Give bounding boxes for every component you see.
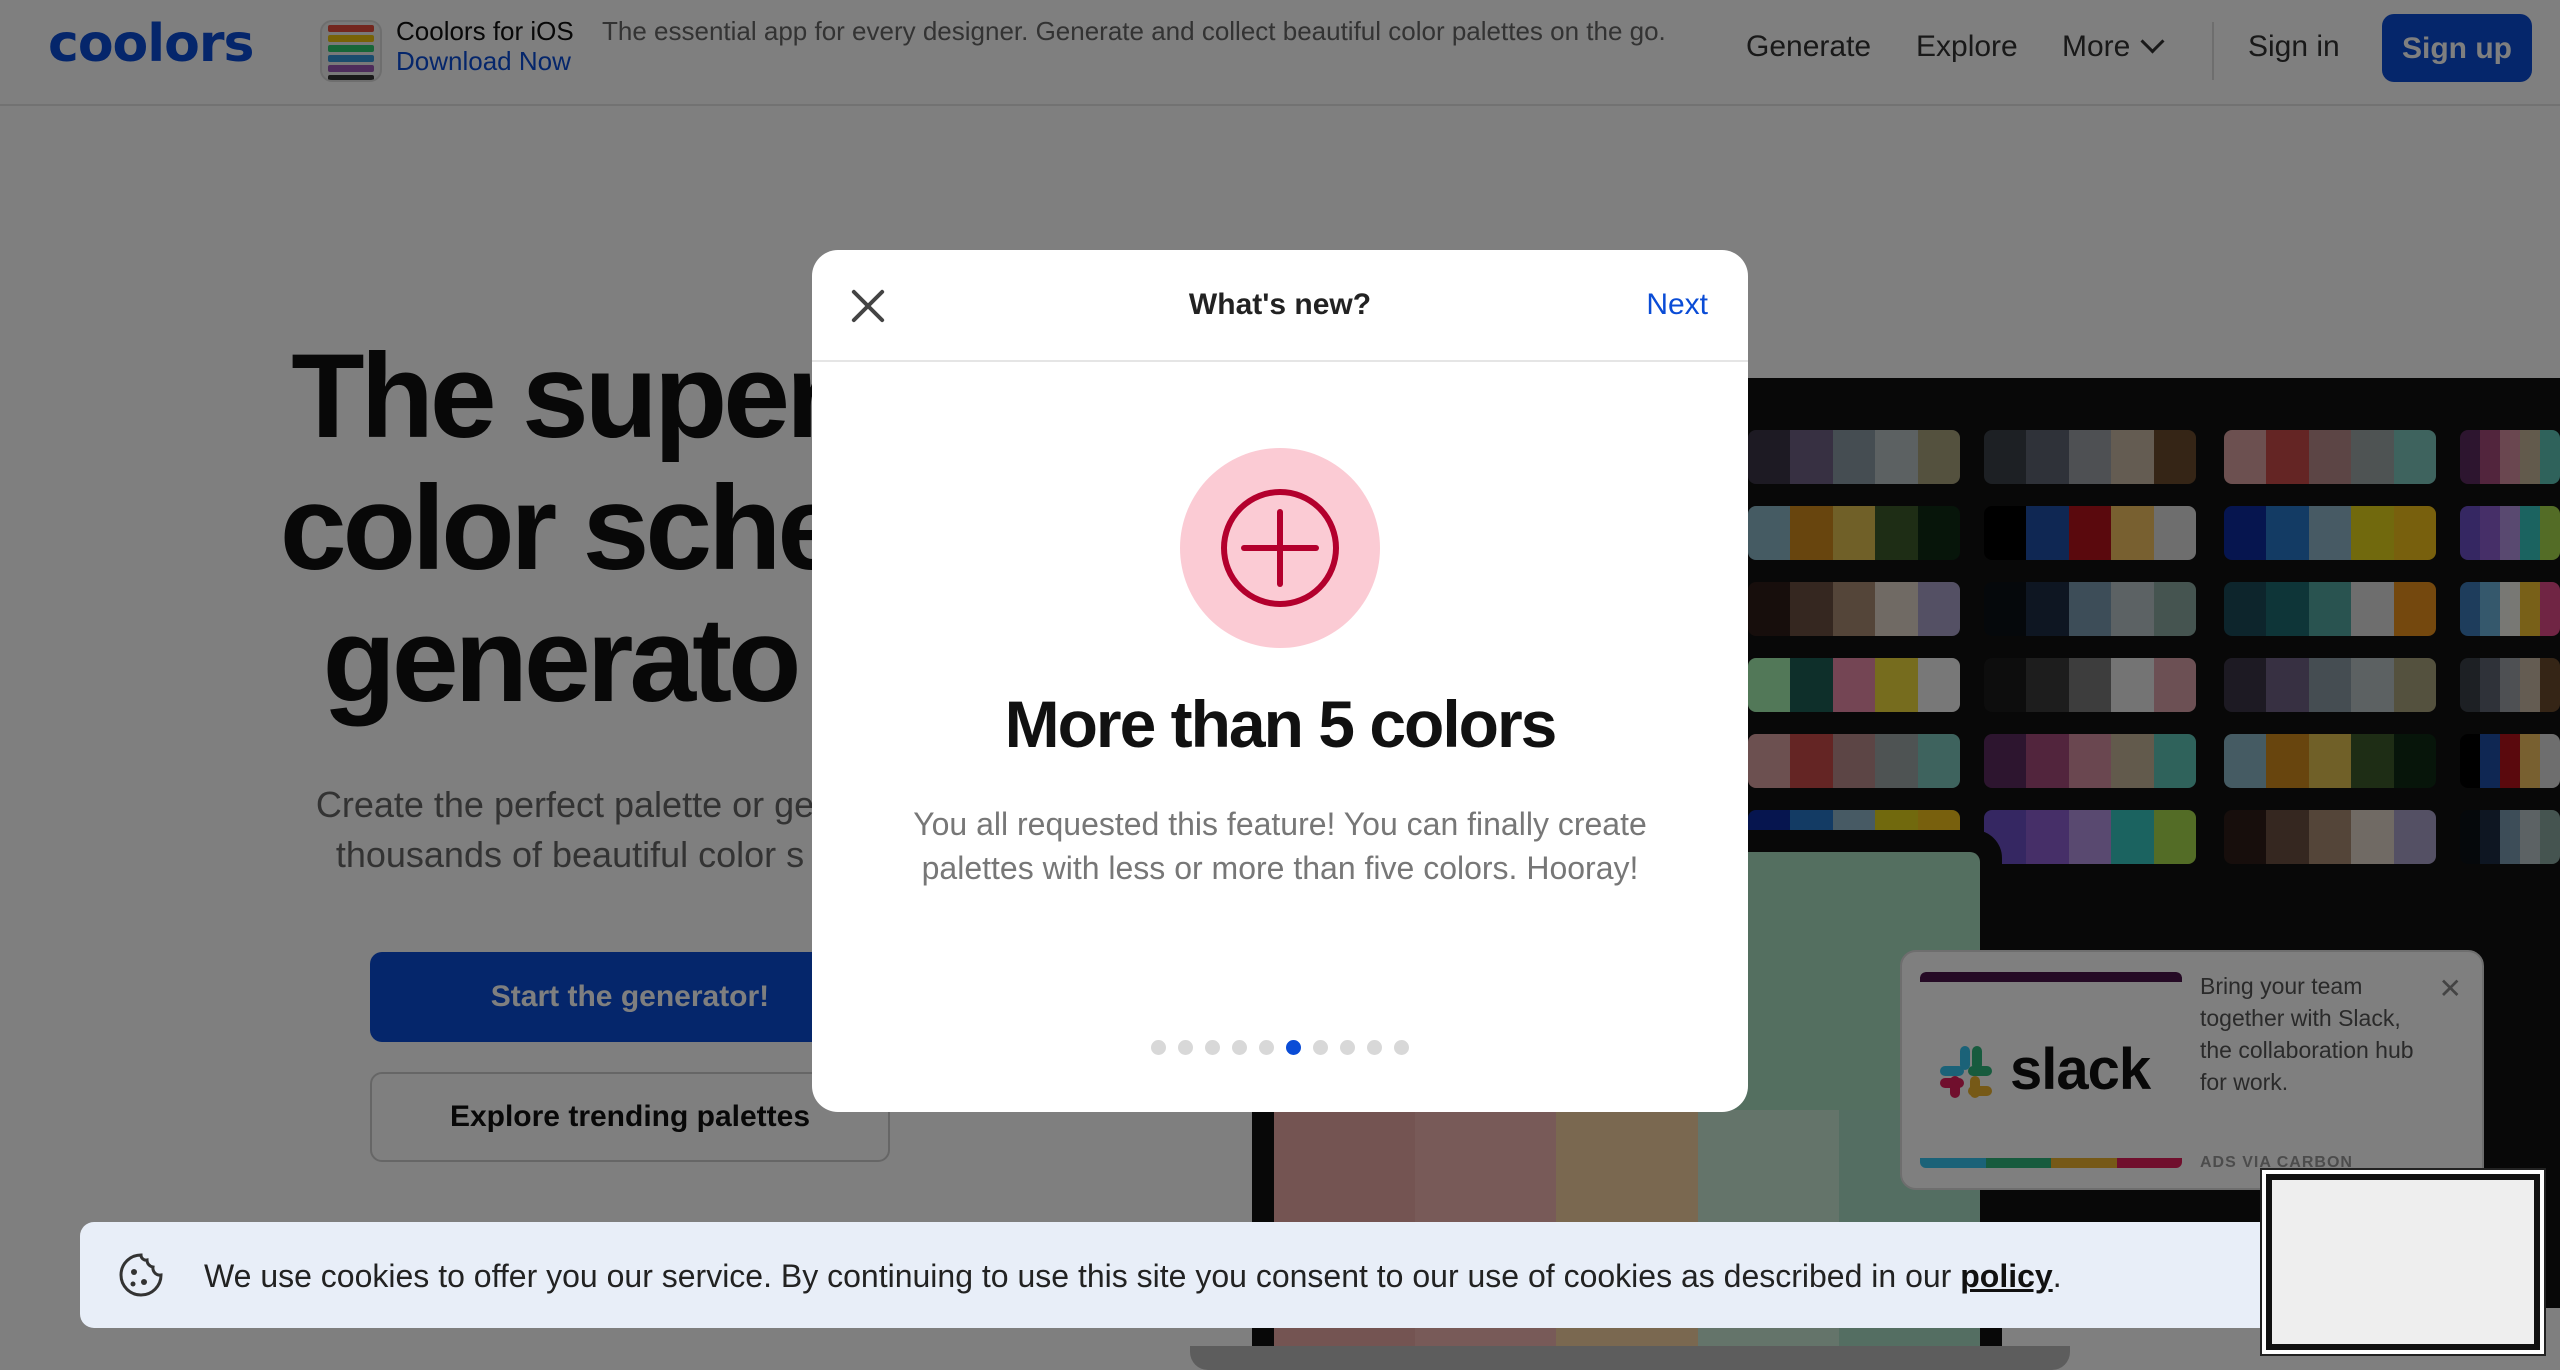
pagination-dot[interactable]	[1205, 1040, 1220, 1055]
cookie-end: .	[2052, 1258, 2062, 1294]
modal-header: What's new? Next	[812, 250, 1748, 362]
cookie-policy-link[interactable]: policy	[1960, 1258, 2052, 1294]
pagination-dot[interactable]	[1286, 1040, 1301, 1055]
pagination-dot[interactable]	[1313, 1040, 1328, 1055]
plus-circle-icon	[1221, 489, 1339, 607]
next-button[interactable]: Next	[1646, 288, 1708, 322]
video-preview-thumbnail[interactable]	[2262, 1170, 2544, 1354]
pagination-dot[interactable]	[1340, 1040, 1355, 1055]
cookie-banner: We use cookies to offer you our service.…	[80, 1222, 2480, 1328]
whats-new-modal: What's new? Next More than 5 colors You …	[812, 250, 1748, 1112]
feature-icon-badge	[1180, 448, 1380, 648]
feature-description: You all requested this feature! You can …	[913, 806, 1647, 886]
pagination-dot[interactable]	[1259, 1040, 1274, 1055]
modal-title: What's new?	[1188, 288, 1372, 321]
cookie-text: We use cookies to offer you our service.…	[204, 1258, 2062, 1295]
pagination-dot[interactable]	[1151, 1040, 1166, 1055]
pagination-dot[interactable]	[1232, 1040, 1247, 1055]
pagination-dot[interactable]	[1394, 1040, 1409, 1055]
pagination-dots	[812, 1040, 1748, 1060]
cookie-message: We use cookies to offer you our service.…	[204, 1258, 1952, 1294]
cookie-icon	[119, 1253, 163, 1297]
pagination-dot[interactable]	[1178, 1040, 1193, 1055]
video-preview-screen	[2272, 1180, 2534, 1344]
pagination-dot[interactable]	[1367, 1040, 1382, 1055]
feature-title: More than 5 colors	[1004, 687, 1558, 761]
